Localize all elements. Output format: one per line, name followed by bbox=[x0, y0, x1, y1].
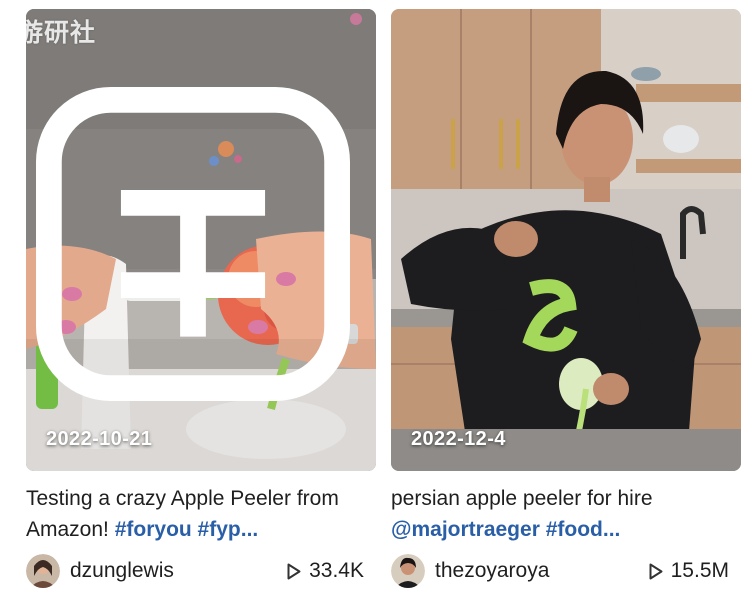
avatar[interactable] bbox=[26, 554, 60, 588]
site-watermark: 游研社 bbox=[26, 13, 350, 401]
play-icon bbox=[649, 563, 663, 579]
video-thumbnail-2[interactable]: 2022-12-4 bbox=[391, 9, 741, 471]
site-logo-icon bbox=[36, 87, 350, 401]
card-meta: dzunglewis 33.4K bbox=[26, 553, 376, 589]
video-caption[interactable]: Testing a crazy Apple Peeler from Amazon… bbox=[26, 483, 366, 545]
video-date: 2022-10-21 bbox=[46, 428, 153, 450]
caption-hashtags[interactable]: #foryou #fyp... bbox=[115, 518, 259, 541]
view-count-value: 15.5M bbox=[670, 559, 729, 582]
author-name[interactable]: dzunglewis bbox=[70, 559, 174, 583]
card-meta: thezoyaroya 15.5M bbox=[391, 553, 741, 589]
video-caption[interactable]: persian apple peeler for hire @majortrae… bbox=[391, 483, 731, 545]
author-name[interactable]: thezoyaroya bbox=[435, 559, 549, 583]
video-date: 2022-12-4 bbox=[411, 428, 506, 450]
avatar[interactable] bbox=[391, 554, 425, 588]
play-icon bbox=[287, 563, 301, 579]
video-card-2[interactable]: 2022-12-4 persian apple peeler for hire … bbox=[391, 9, 741, 589]
caption-mentions[interactable]: @majortraeger #food... bbox=[391, 518, 620, 541]
video-thumbnail-1[interactable]: 游研社 2022-10-21 bbox=[26, 9, 376, 471]
thumbnail-image-2 bbox=[391, 9, 741, 471]
view-count: 15.5M bbox=[649, 559, 741, 583]
caption-text: persian apple peeler for hire bbox=[391, 487, 653, 510]
author[interactable]: thezoyaroya bbox=[391, 554, 549, 588]
video-card-1[interactable]: 游研社 2022-10-21 Testing a crazy Apple Pee… bbox=[26, 9, 376, 589]
author[interactable]: dzunglewis bbox=[26, 554, 174, 588]
view-count: 33.4K bbox=[287, 559, 376, 583]
view-count-value: 33.4K bbox=[309, 559, 364, 582]
